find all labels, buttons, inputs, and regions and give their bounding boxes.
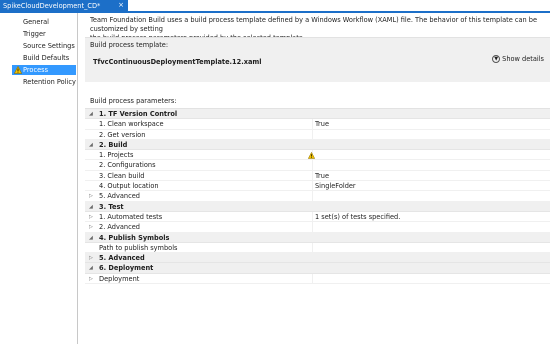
parameter-row[interactable]: 2. Get version: [85, 129, 550, 140]
show-details-button[interactable]: ▼ Show details: [492, 55, 544, 63]
sidebar: General Trigger Source Settings Build Defau…: [8, 13, 78, 344]
parameter-name: 6. Deployment: [99, 264, 154, 273]
column-divider: [312, 170, 313, 181]
parameter-value[interactable]: SingleFolder: [315, 181, 356, 191]
parameter-name: 3. Test: [99, 202, 124, 211]
parameter-row[interactable]: 2. Configurations: [85, 160, 550, 171]
parameter-row[interactable]: 3. Clean build True: [85, 170, 550, 182]
expand-icon[interactable]: ▷: [89, 274, 97, 284]
parameter-name: 2. Build: [99, 140, 128, 149]
collapse-icon[interactable]: ◢: [89, 233, 97, 243]
parameter-name: 3. Clean build: [99, 171, 145, 180]
sidebar-item-general[interactable]: General: [12, 17, 76, 27]
parameter-row[interactable]: 1. Projects: [85, 150, 550, 161]
template-name: TfvcContinuousDeploymentTemplate.12.xaml: [93, 58, 262, 66]
parameter-row[interactable]: ▷ 5. Advanced: [85, 191, 550, 202]
column-divider: [312, 129, 313, 139]
document-tab[interactable]: SpikeCloudDevelopment_CD* ×: [0, 0, 128, 11]
template-label: Build process template:: [90, 41, 169, 49]
parameter-name: 1. Clean workspace: [99, 120, 164, 129]
parameter-name: Deployment: [99, 274, 140, 283]
close-icon[interactable]: ×: [118, 2, 124, 9]
parameters-grid: ◢ 1. TF Version Control 1. Clean workspace…: [85, 108, 550, 285]
column-divider: [312, 191, 313, 201]
parameter-name: 5. Advanced: [99, 192, 140, 201]
parameter-category-row[interactable]: ◢ 2. Build: [85, 139, 550, 151]
parameter-category-row[interactable]: ◢ 3. Test: [85, 201, 550, 212]
expand-icon[interactable]: ▷: [89, 191, 97, 201]
parameter-value[interactable]: True: [315, 171, 329, 181]
parameter-row[interactable]: ▷ 1. Automated tests 1 set(s) of tests spe…: [85, 211, 550, 223]
sidebar-item-label: Process: [23, 66, 49, 74]
column-divider: [312, 160, 313, 170]
parameter-value[interactable]: 1 set(s) of tests specified.: [315, 212, 400, 222]
chevron-down-icon: ▼: [492, 55, 501, 63]
params-label: Build process parameters:: [90, 97, 177, 105]
parameter-name: 2. Configurations: [99, 161, 156, 170]
sidebar-item-source-settings[interactable]: Source Settings: [12, 41, 76, 51]
expand-icon[interactable]: ▷: [89, 212, 97, 222]
column-divider: [312, 211, 313, 222]
document-tabstrip: SpikeCloudDevelopment_CD* ×: [0, 0, 550, 11]
parameter-name: 1. Automated tests: [99, 212, 163, 221]
column-divider: [312, 181, 313, 191]
column-divider: [312, 242, 313, 253]
collapse-icon[interactable]: ◢: [89, 140, 97, 150]
parameter-name: 5. Advanced: [99, 254, 145, 263]
sidebar-item-label: Retention Policy: [23, 78, 76, 86]
sidebar-item-build-defaults[interactable]: Build Defaults: [12, 53, 76, 63]
collapse-icon[interactable]: ◢: [89, 202, 97, 212]
collapse-icon[interactable]: ◢: [89, 263, 97, 273]
parameter-name: 2. Get version: [99, 130, 146, 139]
sidebar-item-label: Trigger: [23, 30, 46, 38]
show-details-label: Show details: [502, 55, 544, 63]
document-tab-title: SpikeCloudDevelopment_CD*: [3, 1, 101, 10]
column-divider: [312, 119, 313, 129]
parameter-name: 4. Publish Symbols: [99, 233, 170, 242]
warning-icon: [14, 66, 22, 74]
parameter-row[interactable]: Path to publish symbols: [85, 242, 550, 254]
parameter-category-row[interactable]: ▷ 5. Advanced: [85, 253, 550, 264]
parameter-name: 4. Output location: [99, 182, 159, 191]
description-line: Team Foundation Build uses a build proce…: [90, 16, 538, 33]
column-divider: [312, 222, 313, 232]
column-divider: [312, 273, 313, 284]
warning-icon: [308, 152, 315, 159]
parameter-name: Path to publish symbols: [99, 243, 178, 252]
parameter-category-row[interactable]: ◢ 4. Publish Symbols: [85, 232, 550, 243]
expand-icon[interactable]: ▷: [89, 253, 97, 263]
collapse-icon[interactable]: ◢: [89, 109, 97, 119]
sidebar-item-retention-policy[interactable]: Retention Policy: [12, 77, 76, 87]
parameter-row[interactable]: 1. Clean workspace True: [85, 119, 550, 130]
parameter-category-row[interactable]: ◢ 1. TF Version Control: [85, 109, 550, 120]
parameter-name: 2. Advanced: [99, 223, 140, 232]
sidebar-item-label: Source Settings: [23, 42, 75, 50]
sidebar-item-label: Build Defaults: [23, 54, 70, 62]
sidebar-item-trigger[interactable]: Trigger: [12, 29, 76, 39]
parameter-name: 1. Projects: [99, 151, 134, 160]
sidebar-item-process[interactable]: Process: [12, 65, 76, 75]
parameter-row[interactable]: ▷ Deployment: [85, 273, 550, 285]
sidebar-item-label: General: [23, 18, 49, 26]
parameter-category-row[interactable]: ◢ 6. Deployment: [85, 263, 550, 274]
parameter-row[interactable]: 4. Output location SingleFolder: [85, 181, 550, 192]
main-panel: Team Foundation Build uses a build proce…: [85, 13, 550, 344]
parameter-row[interactable]: ▷ 2. Advanced: [85, 222, 550, 233]
parameter-value[interactable]: True: [315, 119, 329, 129]
expand-icon[interactable]: ▷: [89, 222, 97, 232]
parameter-name: 1. TF Version Control: [99, 110, 178, 118]
